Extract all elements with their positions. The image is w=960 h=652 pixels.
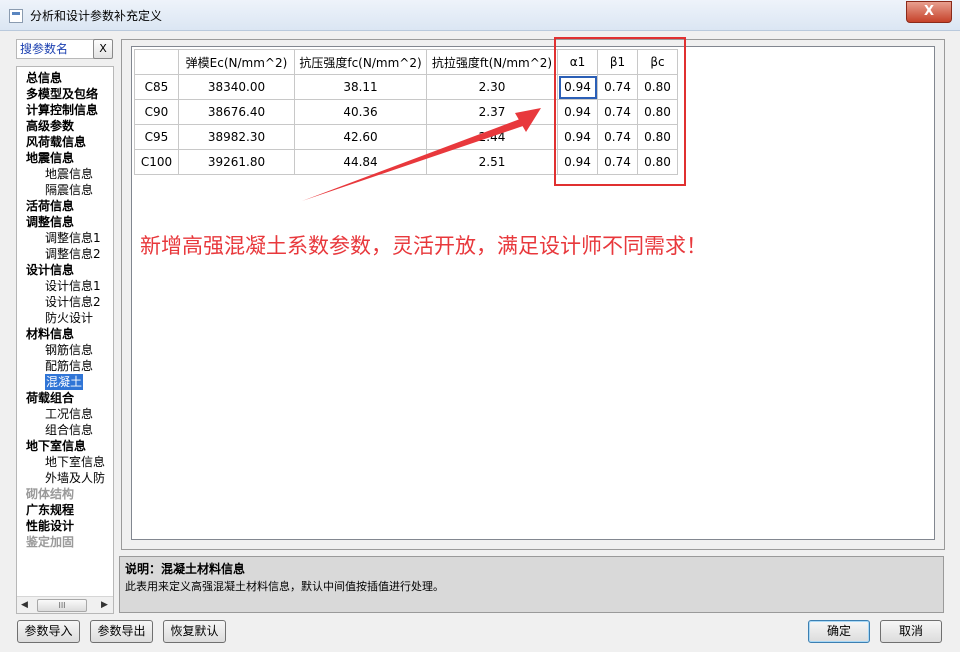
annotation-text: 新增高强混凝土系数参数，灵活开放，满足设计师不同需求！ [140, 234, 707, 258]
ok-button[interactable]: 确定 [808, 620, 870, 643]
export-params-button[interactable]: 参数导出 [90, 620, 153, 643]
description-title: 说明：混凝土材料信息 [125, 562, 246, 576]
cancel-button[interactable]: 取消 [880, 620, 942, 643]
restore-default-button[interactable]: 恢复默认 [163, 620, 226, 643]
import-params-button[interactable]: 参数导入 [17, 620, 80, 643]
annotation-arrow [302, 108, 541, 201]
description-panel: 说明：混凝土材料信息 此表用来定义高强混凝土材料信息，默认中间值按插值进行处理。 [119, 556, 944, 613]
description-text: 此表用来定义高强混凝土材料信息，默认中间值按插值进行处理。 [125, 580, 444, 593]
